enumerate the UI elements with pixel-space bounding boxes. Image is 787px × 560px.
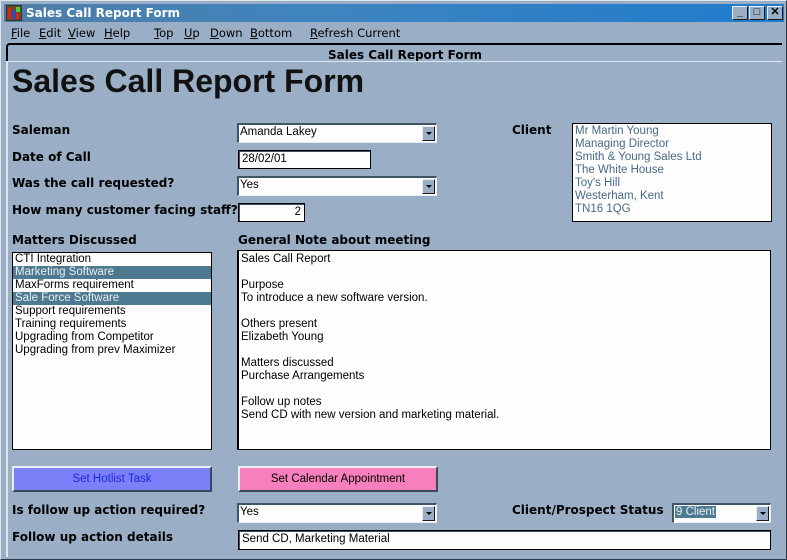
frame-title: Sales Call Report Form — [327, 48, 483, 62]
menu-edit[interactable]: Edit — [39, 26, 61, 40]
frame-left-border — [6, 61, 8, 557]
menu-refresh-current[interactable]: Refresh Current — [310, 26, 400, 40]
note-line: Others present — [241, 318, 318, 330]
saleman-value: Amanda Lakey — [240, 126, 317, 138]
saleman-select[interactable]: Amanda Lakey — [237, 123, 437, 143]
list-item[interactable]: Training requirements — [13, 318, 211, 331]
set-calendar-appointment-button[interactable]: Set Calendar Appointment — [238, 466, 438, 492]
form-frame-tab: Sales Call Report Form — [6, 43, 782, 62]
menu-help[interactable]: Help — [104, 26, 130, 40]
staff-count-label: How many customer facing staff? — [12, 203, 238, 217]
client-address-box[interactable]: Mr Martin Young Managing Director Smith … — [572, 123, 772, 222]
title-bar[interactable]: Sales Call Report Form _ □ ✕ — [4, 4, 784, 22]
client-status-value: 9 Client — [675, 506, 716, 518]
client-line: Mr Martin Young — [575, 125, 659, 137]
client-line: Smith & Young Sales Ltd — [575, 151, 702, 163]
maximize-icon: □ — [753, 6, 761, 18]
menu-up[interactable]: Up — [184, 26, 200, 40]
menu-down[interactable]: Down — [210, 26, 243, 40]
menu-view-mnemonic: V — [68, 26, 76, 40]
list-item[interactable]: Marketing Software — [13, 266, 211, 279]
note-line: Send CD with new version and marketing m… — [241, 409, 500, 421]
client-line: Toy's Hill — [575, 177, 621, 189]
note-line — [241, 383, 767, 396]
chevron-down-icon[interactable] — [422, 506, 435, 521]
followup-required-value: Yes — [240, 506, 259, 518]
note-line: Follow up notes — [241, 396, 322, 408]
app-icon — [6, 5, 22, 21]
followup-required-label: Is follow up action required? — [12, 503, 206, 517]
chevron-down-icon[interactable] — [756, 506, 769, 521]
followup-required-select[interactable]: Yes — [237, 503, 437, 523]
note-line: Matters discussed — [241, 357, 334, 369]
client-line: Managing Director — [575, 138, 669, 150]
call-requested-label: Was the call requested? — [12, 176, 175, 190]
client-line: Westerham, Kent — [575, 190, 664, 202]
menu-bar: File Edit View Help Top Up Down Bottom R… — [4, 23, 784, 41]
general-note-label: General Note about meeting — [238, 233, 431, 247]
staff-count-field[interactable]: 2 — [238, 203, 305, 222]
matters-discussed-list[interactable]: CTI Integration Marketing Software MaxFo… — [12, 252, 212, 450]
menu-top[interactable]: Top — [154, 26, 173, 40]
note-line: To introduce a new software version. — [241, 292, 428, 304]
frame-divider — [6, 61, 782, 62]
menu-file-label: ile — [16, 26, 31, 40]
list-item[interactable]: CTI Integration — [13, 253, 211, 266]
window-title: Sales Call Report Form — [26, 6, 181, 20]
page-title: Sales Call Report Form — [12, 63, 365, 99]
menu-edit-label: dit — [46, 26, 62, 40]
client-label: Client — [512, 123, 552, 137]
menu-help-label: elp — [112, 26, 131, 40]
call-requested-value: Yes — [240, 179, 259, 191]
saleman-label: Saleman — [12, 123, 71, 137]
note-line — [241, 344, 767, 357]
call-requested-select[interactable]: Yes — [237, 176, 437, 196]
client-line: The White House — [575, 164, 664, 176]
client-status-label: Client/Prospect Status — [512, 503, 664, 517]
list-item[interactable]: Upgrading from Competitor — [13, 331, 211, 344]
set-hotlist-task-button[interactable]: Set Hotlist Task — [12, 466, 212, 492]
list-item[interactable]: Upgrading from prev Maximizer — [13, 344, 211, 357]
maximize-button[interactable]: □ — [749, 6, 765, 20]
menu-down-mnemonic: D — [210, 26, 219, 40]
date-of-call-label: Date of Call — [12, 150, 91, 164]
menu-bottom[interactable]: Bottom — [250, 26, 292, 40]
menu-view[interactable]: View — [68, 26, 95, 40]
minimize-icon: _ — [736, 6, 744, 18]
menu-bottom-mnemonic: B — [250, 26, 258, 40]
menu-top-label: op — [159, 26, 174, 40]
note-line: Purpose — [241, 279, 284, 291]
chevron-down-icon[interactable] — [422, 126, 435, 141]
note-line: Elizabeth Young — [241, 331, 324, 343]
note-line — [241, 305, 767, 318]
note-line — [241, 266, 767, 279]
list-item[interactable]: MaxForms requirement — [13, 279, 211, 292]
date-of-call-field[interactable]: 28/02/01 — [238, 150, 371, 169]
followup-details-label: Follow up action details — [12, 530, 173, 544]
matters-discussed-label: Matters Discussed — [12, 233, 137, 247]
close-icon: ✕ — [770, 6, 780, 18]
menu-refresh-label: efresh Current — [317, 26, 401, 40]
close-button[interactable]: ✕ — [767, 6, 783, 20]
client-line: TN16 1QG — [575, 203, 631, 215]
followup-details-field[interactable]: Send CD, Marketing Material — [238, 530, 771, 550]
menu-file[interactable]: File — [11, 26, 30, 40]
menu-down-label: own — [218, 26, 243, 40]
minimize-button[interactable]: _ — [732, 6, 748, 20]
menu-view-label: iew — [75, 26, 96, 40]
chevron-down-icon[interactable] — [422, 179, 435, 194]
menu-help-mnemonic: H — [104, 26, 113, 40]
note-line: Purchase Arrangements — [241, 370, 365, 382]
note-line: Sales Call Report — [241, 253, 331, 265]
list-item[interactable]: Support requirements — [13, 305, 211, 318]
general-note-textarea[interactable]: Sales Call Report Purpose To introduce a… — [237, 250, 771, 450]
client-status-select[interactable]: 9 Client — [672, 503, 771, 523]
menu-bottom-label: ottom — [257, 26, 293, 40]
menu-up-label: p — [192, 26, 200, 40]
app-window: Sales Call Report Form _ □ ✕ File Edit V… — [0, 0, 787, 560]
list-item[interactable]: Sale Force Software — [13, 292, 211, 305]
